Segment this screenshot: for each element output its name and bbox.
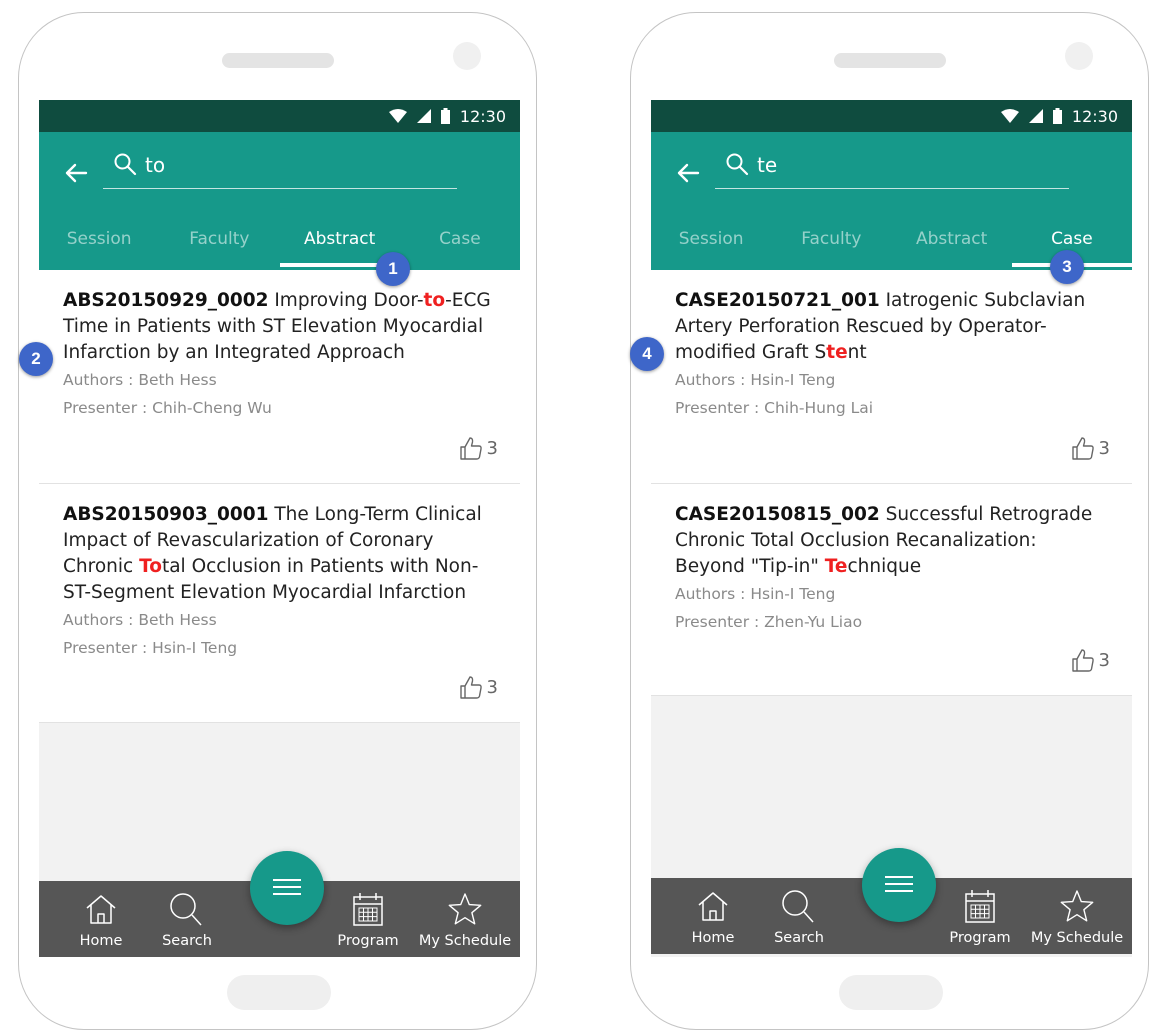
nav-program[interactable]: Program: [328, 881, 408, 957]
speaker: [834, 53, 946, 68]
nav-search[interactable]: Search: [759, 878, 839, 954]
search-bar[interactable]: [103, 146, 457, 189]
list-item[interactable]: ABS20150903_0001 The Long-Term Clinical …: [39, 484, 520, 723]
results-list: ABS20150929_0002 Improving Door-to-ECG T…: [39, 270, 520, 723]
back-arrow-icon[interactable]: [63, 160, 89, 186]
nav-program[interactable]: Program: [940, 878, 1020, 954]
thumbs-up-icon: [459, 437, 482, 460]
menu-fab[interactable]: [250, 851, 324, 925]
phone-frame-1: 12:30 Session Faculty Abstract Case ABS2…: [18, 12, 537, 1030]
list-item[interactable]: CASE20150815_002 Successful Retrograde C…: [651, 484, 1132, 696]
signal-icon: [1028, 109, 1043, 123]
battery-icon: [1052, 108, 1062, 124]
like-button[interactable]: 3: [1069, 435, 1110, 461]
wifi-icon: [1000, 109, 1019, 123]
presenter: Presenter : Hsin-I Teng: [63, 639, 238, 657]
result-title: CASE20150815_002 Successful Retrograde C…: [675, 504, 1093, 577]
calendar-icon: [965, 890, 995, 923]
back-arrow-icon[interactable]: [675, 160, 701, 186]
presenter: Presenter : Zhen-Yu Liao: [675, 613, 863, 631]
home-icon: [86, 895, 116, 924]
nav-my-schedule[interactable]: My Schedule: [1031, 878, 1123, 954]
like-count: 3: [486, 437, 498, 459]
result-title: CASE20150721_001 Iatrogenic Subclavian A…: [675, 290, 1086, 363]
list-item[interactable]: CASE20150721_001 Iatrogenic Subclavian A…: [651, 270, 1132, 484]
signal-icon: [416, 109, 431, 123]
tab-faculty[interactable]: Faculty: [771, 208, 891, 270]
calendar-icon: [353, 893, 383, 926]
thumbs-up-icon: [1071, 437, 1094, 460]
menu-fab[interactable]: [862, 848, 936, 922]
camera: [1065, 42, 1093, 70]
annotation-marker-3: 3: [1050, 250, 1084, 284]
star-icon: [448, 893, 482, 925]
menu-icon: [273, 879, 301, 881]
search-icon: [170, 893, 202, 926]
search-icon: [114, 153, 137, 176]
list-item[interactable]: ABS20150929_0002 Improving Door-to-ECG T…: [39, 270, 520, 484]
status-time: 12:30: [1071, 106, 1118, 126]
like-button[interactable]: 3: [457, 435, 498, 461]
result-title: ABS20150929_0002 Improving Door-to-ECG T…: [63, 290, 491, 363]
screen: 12:30 Session Faculty Abstract Case CASE…: [651, 100, 1132, 957]
presenter: Presenter : Chih-Hung Lai: [675, 399, 874, 417]
home-icon: [698, 892, 728, 921]
nav-my-schedule[interactable]: My Schedule: [419, 881, 511, 957]
camera: [453, 42, 481, 70]
search-input[interactable]: [757, 150, 1057, 180]
battery-icon: [440, 108, 450, 124]
search-icon: [782, 890, 814, 923]
authors: Authors : Beth Hess: [63, 611, 217, 629]
home-button: [227, 975, 331, 1010]
menu-icon: [885, 876, 913, 878]
authors: Authors : Hsin-I Teng: [675, 371, 836, 389]
annotation-marker-4: 4: [630, 337, 664, 371]
phone-frame-2: 12:30 Session Faculty Abstract Case CASE…: [630, 12, 1149, 1030]
screen: 12:30 Session Faculty Abstract Case ABS2…: [39, 100, 520, 957]
status-bar: 12:30: [39, 100, 520, 132]
thumbs-up-icon: [459, 676, 482, 699]
results-list: CASE20150721_001 Iatrogenic Subclavian A…: [651, 270, 1132, 696]
like-button[interactable]: 3: [457, 674, 498, 700]
tab-bar: Session Faculty Abstract Case: [39, 208, 520, 270]
search-icon: [726, 153, 749, 176]
tab-session[interactable]: Session: [39, 208, 159, 270]
speaker: [222, 53, 334, 68]
authors: Authors : Beth Hess: [63, 371, 217, 389]
search-input[interactable]: [145, 150, 445, 180]
star-icon: [1060, 890, 1094, 922]
presenter: Presenter : Chih-Cheng Wu: [63, 399, 272, 417]
thumbs-up-icon: [1071, 649, 1094, 672]
app-bar: Session Faculty Abstract Case: [651, 132, 1132, 270]
annotation-marker-1: 1: [376, 252, 410, 286]
search-bar[interactable]: [715, 146, 1069, 189]
status-bar: 12:30: [651, 100, 1132, 132]
like-count: 3: [1098, 437, 1110, 459]
tab-faculty[interactable]: Faculty: [159, 208, 279, 270]
result-title: ABS20150903_0001 The Long-Term Clinical …: [63, 504, 482, 603]
status-time: 12:30: [459, 106, 506, 126]
nav-search[interactable]: Search: [147, 881, 227, 957]
app-bar: Session Faculty Abstract Case: [39, 132, 520, 270]
annotation-marker-2: 2: [19, 342, 53, 376]
tab-abstract[interactable]: Abstract: [892, 208, 1012, 270]
like-count: 3: [486, 676, 498, 698]
like-button[interactable]: 3: [1069, 647, 1110, 673]
like-count: 3: [1098, 649, 1110, 671]
wifi-icon: [388, 109, 407, 123]
tab-session[interactable]: Session: [651, 208, 771, 270]
authors: Authors : Hsin-I Teng: [675, 585, 836, 603]
home-button: [839, 975, 943, 1010]
tab-case[interactable]: Case: [400, 208, 520, 270]
